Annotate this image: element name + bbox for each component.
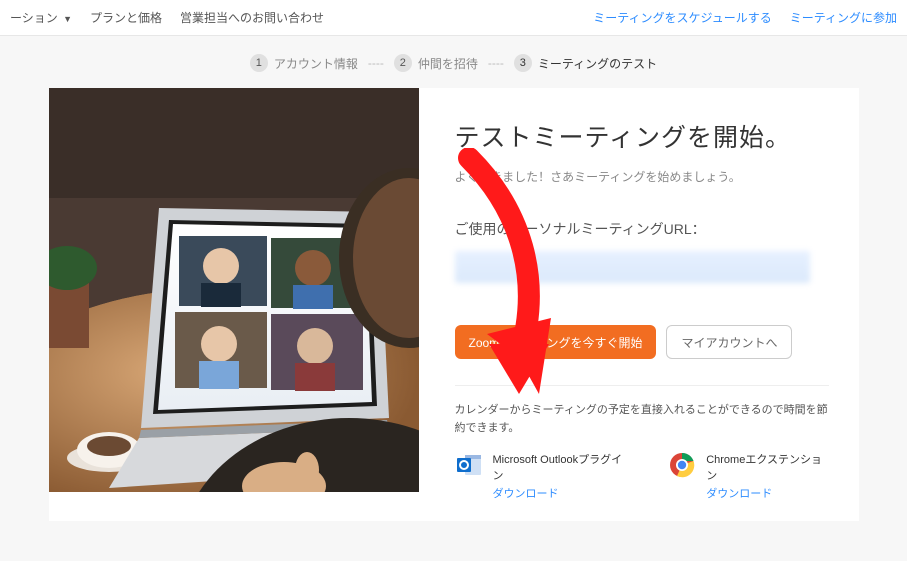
step-3-bubble: 3 <box>514 54 532 72</box>
nav-join-meeting-link[interactable]: ミーティングに参加 <box>790 9 897 26</box>
hero-image <box>49 88 419 492</box>
start-zoom-meeting-button[interactable]: Zoomミーティングを今すぐ開始 <box>455 325 657 359</box>
step-3-label: ミーティングのテスト <box>538 55 657 72</box>
step-sep: ---- <box>488 56 504 70</box>
chrome-extension-download-link[interactable]: ダウンロード <box>706 485 828 501</box>
nav-solutions-label: ーション <box>10 11 58 25</box>
nav-contact-sales-link[interactable]: 営業担当へのお問い合わせ <box>180 9 324 26</box>
divider <box>455 385 829 386</box>
panel-subtitle: よくできました！さあミーティングを始めましょう。 <box>455 168 829 185</box>
outlook-plugin-block: Microsoft Outlookプラグイン ダウンロード <box>455 451 629 501</box>
outlook-plugin-download-link[interactable]: ダウンロード <box>493 485 629 501</box>
step-1-bubble: 1 <box>250 54 268 72</box>
outlook-plugin-title: Microsoft Outlookプラグイン <box>493 451 629 483</box>
chrome-icon <box>668 451 696 479</box>
step-sep: ---- <box>368 56 384 70</box>
chevron-down-icon: ▼ <box>63 14 72 24</box>
step-2-label: 仲間を招待 <box>418 55 478 72</box>
outlook-icon <box>455 451 483 479</box>
calendar-description: カレンダーからミーティングの予定を直接入れることができるので時間を節約できます。 <box>455 402 829 437</box>
panel-title: テストミーティングを開始。 <box>455 118 829 154</box>
main-content: テストミーティングを開始。 よくできました！さあミーティングを始めましょう。 ご… <box>49 88 859 521</box>
onboarding-steps: 1 アカウント情報 ---- 2 仲間を招待 ---- 3 ミーティングのテスト <box>0 36 907 88</box>
nav-schedule-meeting-link[interactable]: ミーティングをスケジュールする <box>593 9 771 26</box>
nav-solutions-dropdown[interactable]: ーション ▼ <box>10 9 72 26</box>
step-2-bubble: 2 <box>394 54 412 72</box>
step-1-label: アカウント情報 <box>274 55 358 72</box>
personal-url-value-blurred <box>455 251 810 283</box>
chrome-extension-title: Chromeエクステンション <box>706 451 828 483</box>
go-to-my-account-button[interactable]: マイアカウントへ <box>666 325 792 359</box>
personal-url-label: ご使用のパーソナルミーティングURL： <box>455 219 829 239</box>
nav-plans-link[interactable]: プランと価格 <box>90 9 162 26</box>
start-panel: テストミーティングを開始。 よくできました！さあミーティングを始めましょう。 ご… <box>419 88 859 521</box>
chrome-extension-block: Chromeエクステンション ダウンロード <box>668 451 828 501</box>
